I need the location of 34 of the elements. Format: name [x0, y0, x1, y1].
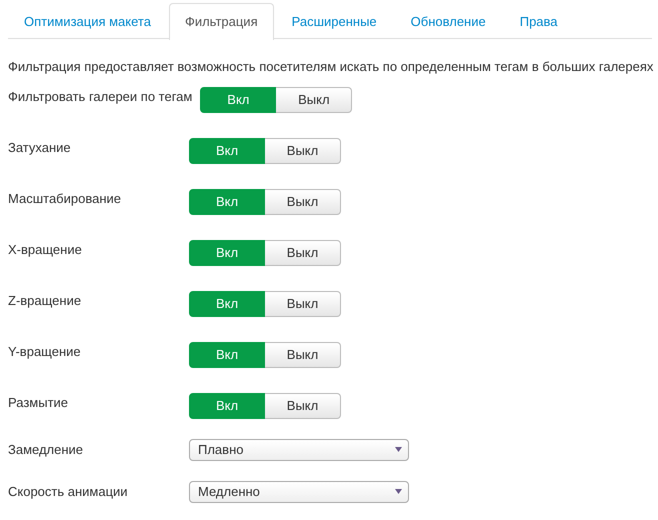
- toggle-option[interactable]: Выкл: [276, 86, 352, 112]
- toggle-option[interactable]: Вкл: [200, 86, 276, 112]
- setting-label: Z-вращение: [8, 292, 82, 310]
- toggle-option[interactable]: Выкл: [265, 240, 341, 266]
- dropdown[interactable]: Плавно: [189, 438, 409, 460]
- toggle-option[interactable]: Выкл: [265, 290, 341, 316]
- tab[interactable]: Фильтрация: [168, 3, 274, 40]
- setting-label: Замедление: [8, 440, 84, 459]
- setting-label: Размытие: [8, 394, 70, 412]
- tab[interactable]: Расширенные: [276, 3, 393, 39]
- setting-label: Фильтровать галереи по тегам: [8, 88, 194, 106]
- dropdown[interactable]: Медленно: [189, 480, 409, 502]
- tab[interactable]: Оптимизация макета: [8, 3, 167, 39]
- tab[interactable]: Права: [504, 3, 574, 39]
- toggle-option[interactable]: Выкл: [265, 342, 341, 368]
- setting-label: Масштабирование: [8, 190, 122, 208]
- caret-icon: [395, 447, 402, 452]
- toggle-option[interactable]: Выкл: [265, 188, 341, 214]
- setting-label: Скорость анимации: [8, 482, 129, 501]
- dropdown-value: Плавно: [198, 440, 244, 459]
- setting-label: Y-вращение: [8, 342, 82, 361]
- caret-icon: [395, 489, 402, 494]
- toggle-option[interactable]: Вкл: [189, 342, 265, 368]
- toggle-option[interactable]: Вкл: [189, 290, 265, 316]
- toggle-option[interactable]: Выкл: [265, 392, 341, 418]
- setting-label: Затухание: [8, 138, 72, 157]
- setting-label: X-вращение: [8, 240, 83, 259]
- toggle-option[interactable]: Вкл: [189, 138, 265, 164]
- toggle-option[interactable]: Выкл: [265, 138, 341, 164]
- toggle-option[interactable]: Вкл: [189, 188, 265, 214]
- toggle-option[interactable]: Вкл: [189, 392, 265, 418]
- dropdown-value: Медленно: [198, 482, 260, 501]
- toggle-option[interactable]: Вкл: [189, 240, 265, 266]
- tab[interactable]: Обновление: [394, 3, 502, 39]
